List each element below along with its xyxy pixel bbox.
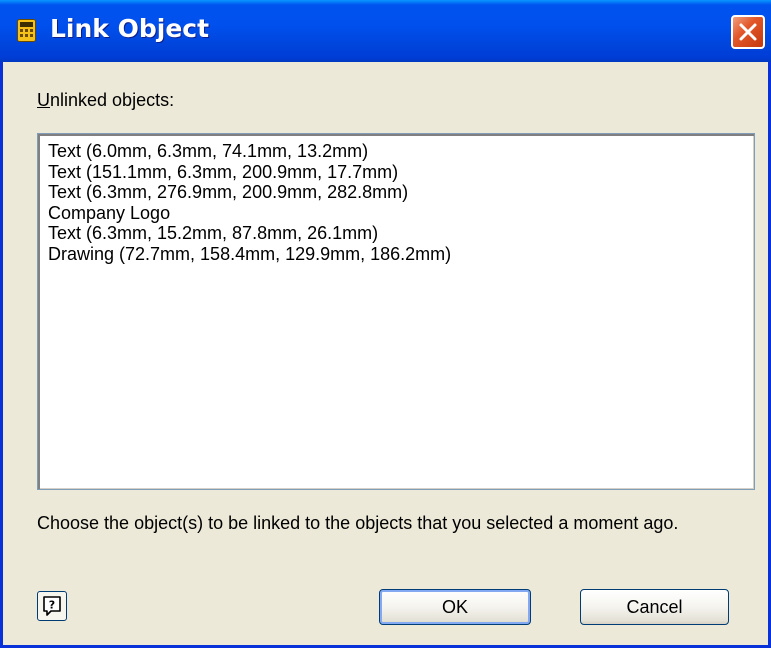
unlinked-objects-label: Unlinked objects: bbox=[37, 90, 174, 111]
close-button[interactable] bbox=[731, 15, 765, 49]
label-mnemonic: U bbox=[37, 90, 50, 110]
window-title: Link Object bbox=[50, 14, 210, 43]
list-item[interactable]: Text (151.1mm, 6.3mm, 200.9mm, 17.7mm) bbox=[48, 162, 754, 183]
link-object-dialog: Link Object Unlinked objects: Text (6.0m… bbox=[0, 0, 771, 648]
help-icon: ? bbox=[43, 596, 61, 616]
list-item[interactable]: Text (6.0mm, 6.3mm, 74.1mm, 13.2mm) bbox=[48, 141, 754, 162]
list-item[interactable]: Company Logo bbox=[48, 203, 754, 224]
label-rest: nlinked objects: bbox=[50, 90, 175, 110]
calculator-icon bbox=[17, 19, 36, 42]
list-item[interactable]: Drawing (72.7mm, 158.4mm, 129.9mm, 186.2… bbox=[48, 244, 754, 265]
svg-text:?: ? bbox=[49, 599, 55, 612]
ok-button[interactable]: OK bbox=[379, 589, 531, 625]
unlinked-objects-list[interactable]: Text (6.0mm, 6.3mm, 74.1mm, 13.2mm) Text… bbox=[37, 133, 755, 490]
instruction-text: Choose the object(s) to be linked to the… bbox=[37, 513, 679, 533]
cancel-button[interactable]: Cancel bbox=[580, 589, 729, 625]
title-bar[interactable]: Link Object bbox=[0, 0, 771, 62]
close-icon bbox=[739, 23, 757, 41]
list-item[interactable]: Text (6.3mm, 276.9mm, 200.9mm, 282.8mm) bbox=[48, 182, 754, 203]
help-button[interactable]: ? bbox=[37, 591, 67, 621]
list-item[interactable]: Text (6.3mm, 15.2mm, 87.8mm, 26.1mm) bbox=[48, 223, 754, 244]
